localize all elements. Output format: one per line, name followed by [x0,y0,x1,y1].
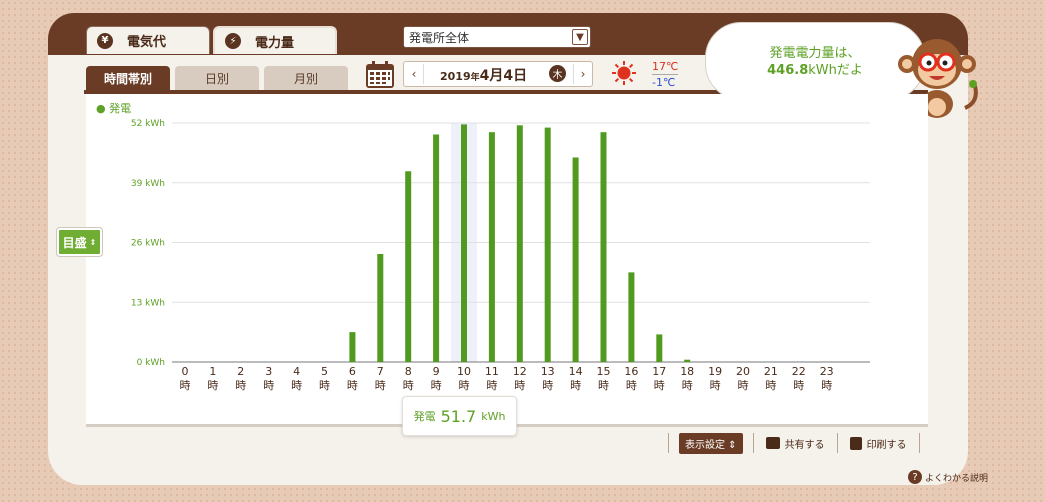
x-tick-unit: 時 [570,379,581,392]
divider [668,433,669,453]
x-tick-unit: 時 [403,379,414,392]
bar-hour-14[interactable] [572,157,579,362]
divider [752,433,754,453]
x-tick-label: 12 [513,365,527,378]
print-label: 印刷する [866,439,907,451]
x-tick-label: 3 [265,365,272,378]
bar-hour-7[interactable] [377,253,384,362]
x-tick-unit: 時 [821,379,832,392]
x-tick-unit: 時 [682,379,693,392]
bar-hour-13[interactable] [544,127,551,362]
x-tick-label: 10 [457,365,471,378]
bar-hour-15[interactable] [600,132,607,362]
bottom-toolbar: 表示設定 ⇕ 共有する 印刷する [668,432,920,454]
x-tick-label: 4 [293,365,300,378]
print-button[interactable]: 印刷する [849,436,907,451]
divider [918,433,920,453]
x-tick-label: 17 [652,365,666,378]
y-tick-label: 0 kWh [137,358,165,368]
x-tick-unit: 時 [710,379,721,392]
x-tick-unit: 時 [291,379,302,392]
x-tick-unit: 時 [375,379,386,392]
x-tick-unit: 時 [207,379,218,392]
bar-hour-17[interactable] [656,334,663,362]
help-label: よくわかる説明 [925,473,989,484]
tooltip-unit: kWh [481,409,506,423]
x-tick-unit: 時 [263,379,274,392]
x-tick-label: 18 [680,365,694,378]
printer-icon [849,436,862,450]
bar-hour-10[interactable] [461,124,467,362]
x-tick-label: 8 [405,365,412,378]
x-tick-unit: 時 [514,379,525,392]
x-tick-unit: 時 [459,379,470,392]
x-tick-unit: 時 [180,379,191,392]
x-tick-unit: 時 [486,379,497,392]
bar-hour-9[interactable] [433,134,440,362]
bar-hour-8[interactable] [405,171,412,362]
y-tick-label: 39 kWh [131,179,165,189]
x-tick-unit: 時 [738,379,749,392]
x-tick-unit: 時 [319,379,330,392]
x-tick-unit: 時 [347,379,358,392]
x-tick-label: 19 [708,365,722,378]
x-tick-unit: 時 [654,379,665,392]
tooltip-value: 51.7 [440,406,477,426]
bar-hour-11[interactable] [488,132,495,362]
x-tick-label: 20 [736,365,750,378]
x-tick-unit: 時 [598,379,609,392]
share-label: 共有する [784,439,825,451]
x-tick-label: 11 [485,365,499,378]
x-tick-unit: 時 [235,379,246,392]
display-settings-button[interactable]: 表示設定 ⇕ [679,432,743,454]
x-tick-label: 16 [624,365,638,378]
x-tick-label: 14 [569,365,583,378]
x-tick-label: 9 [433,365,440,378]
bar-hour-18[interactable] [684,359,691,362]
bar-hour-12[interactable] [516,125,523,362]
bar-hour-6[interactable] [349,332,356,362]
tooltip: 発電 51.7 kWh [402,396,517,436]
help-link[interactable]: ? よくわかる説明 [908,470,988,484]
x-tick-label: 22 [792,365,806,378]
x-tick-label: 5 [321,365,328,378]
x-tick-label: 0 [182,365,189,378]
y-tick-label: 26 kWh [131,239,165,249]
y-tick-label: 52 kWh [131,119,165,129]
x-tick-label: 6 [349,365,356,378]
question-icon: ? [908,470,922,484]
x-tick-unit: 時 [765,379,776,392]
x-tick-label: 1 [209,365,216,378]
chat-bubble-icon [765,437,780,449]
display-settings-label: 表示設定 [685,439,725,451]
tooltip-label: 発電 [413,410,436,423]
x-tick-label: 13 [541,365,555,378]
power-bar-chart: 0 kWh13 kWh26 kWh39 kWh52 kWh0時1時2時3時4時5… [131,119,870,392]
share-button[interactable]: 共有する [765,436,825,451]
x-tick-unit: 時 [793,379,804,392]
x-tick-unit: 時 [626,379,637,392]
x-tick-label: 15 [597,365,611,378]
bar-hour-16[interactable] [628,272,635,362]
x-tick-label: 2 [237,365,244,378]
x-tick-unit: 時 [431,379,442,392]
y-tick-label: 13 kWh [131,298,165,308]
x-tick-label: 21 [764,365,778,378]
x-tick-label: 7 [377,365,384,378]
x-tick-label: 23 [820,365,834,378]
divider [836,433,838,453]
x-tick-unit: 時 [542,379,553,392]
